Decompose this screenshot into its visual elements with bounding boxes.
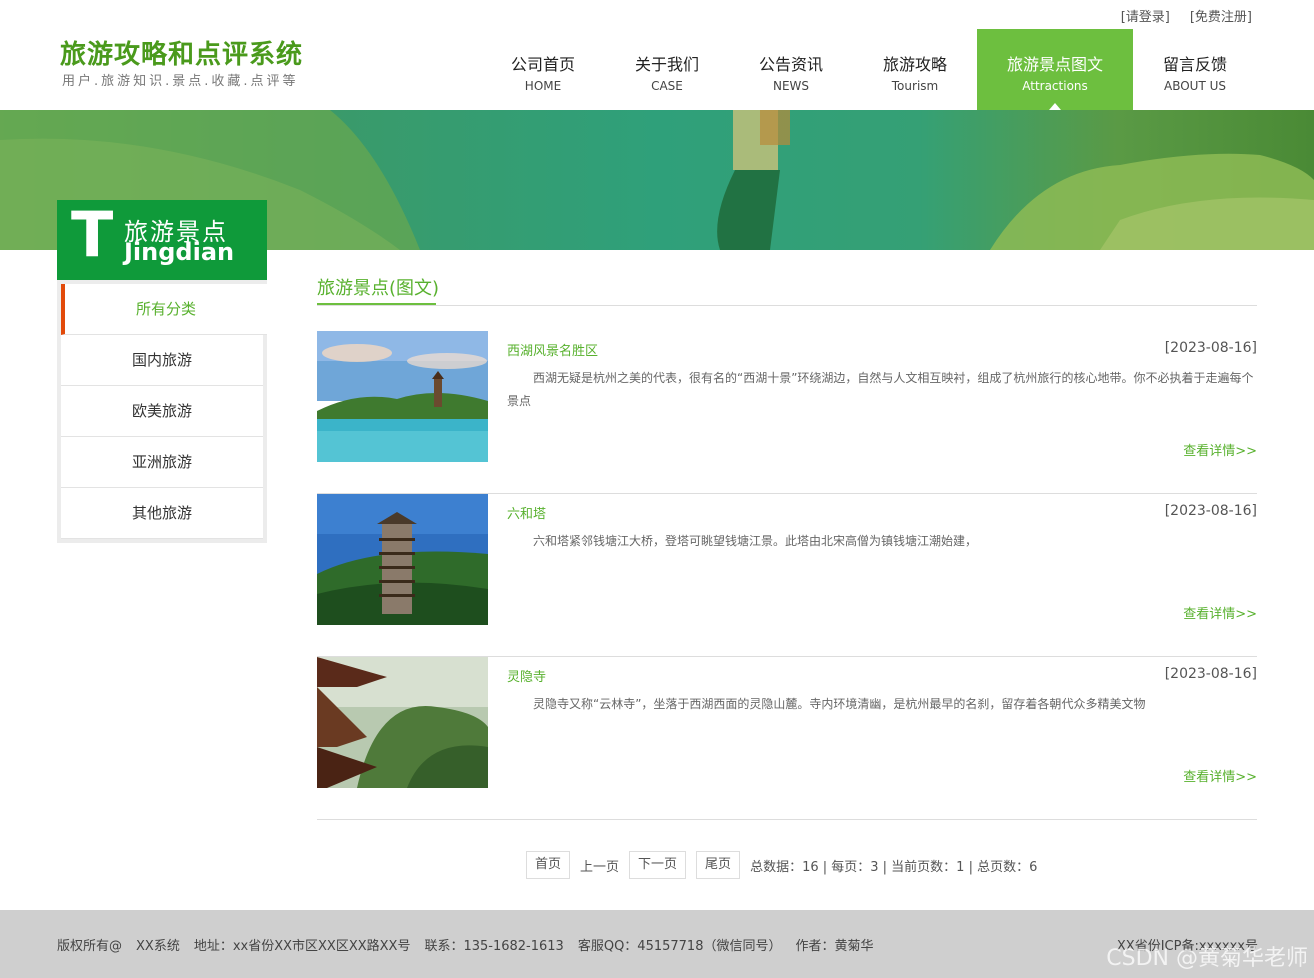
top-links: [请登录] [免费注册] bbox=[1121, 6, 1252, 25]
footer-address: 地址：xx省份XX市区XX区XX路XX号 bbox=[193, 939, 411, 954]
footer-qq: 客服QQ：45157718（微信同号） bbox=[577, 939, 782, 954]
login-link[interactable]: [请登录] bbox=[1121, 6, 1170, 25]
site-title[interactable]: 旅游攻略和点评系统 bbox=[60, 34, 303, 71]
section-divider bbox=[317, 305, 1257, 306]
attraction-date: [2023-08-16] bbox=[1164, 666, 1257, 682]
nav-label-en: HOME bbox=[524, 79, 562, 93]
footer-author: 作者：黄菊华 bbox=[795, 939, 874, 954]
attraction-thumbnail[interactable] bbox=[317, 657, 488, 788]
sidebar-item-asia[interactable]: 亚洲旅游 bbox=[61, 437, 263, 488]
attraction-name[interactable]: 西湖风景名胜区 bbox=[507, 340, 598, 359]
sidebar-item-domestic[interactable]: 国内旅游 bbox=[61, 335, 263, 386]
view-details-link[interactable]: 查看详情>> bbox=[1183, 440, 1257, 459]
nav-label-en: ABOUT US bbox=[1163, 79, 1226, 93]
footer-copyright: 版权所有@ bbox=[57, 939, 123, 954]
view-details-link[interactable]: 查看详情>> bbox=[1183, 603, 1257, 622]
pager-stats: 总数据：16 | 每页：3 | 当前页数：1 | 总页数：6 bbox=[750, 859, 1038, 875]
nav-label-cn: 公司首页 bbox=[510, 55, 575, 74]
nav-label-cn: 公告资讯 bbox=[758, 55, 823, 74]
nav-label-cn: 旅游攻略 bbox=[882, 55, 947, 74]
attraction-date: [2023-08-16] bbox=[1164, 340, 1257, 356]
section-title: 旅游景点(图文) bbox=[317, 278, 440, 299]
attraction-thumbnail[interactable] bbox=[317, 331, 488, 462]
sidebar-title-en: Jingdian bbox=[124, 238, 235, 266]
attraction-name[interactable]: 六和塔 bbox=[507, 503, 546, 522]
attraction-description: 灵隐寺又称“云林寺”，坐落于西湖西面的灵隐山麓。寺内环境清幽，是杭州最早的名刹，… bbox=[533, 697, 1146, 711]
nav-label-cn: 旅游景点图文 bbox=[1006, 55, 1103, 74]
footer-system: XX系统 bbox=[136, 939, 180, 954]
sidebar-letter: T bbox=[71, 198, 114, 271]
attraction-name[interactable]: 灵隐寺 bbox=[507, 666, 546, 685]
pager-first-button[interactable]: 首页 bbox=[526, 851, 571, 879]
nav-item-attractions[interactable]: 旅游景点图文 Attractions bbox=[977, 29, 1133, 110]
footer-phone: 联系：135-1682-1613 bbox=[424, 939, 564, 954]
register-link[interactable]: [免费注册] bbox=[1190, 6, 1252, 25]
footer-info: 版权所有@ XX系统 地址：xx省份XX市区XX区XX路XX号 联系：135-1… bbox=[57, 935, 874, 954]
nav-label-en: NEWS bbox=[772, 79, 810, 93]
sidebar-item-other[interactable]: 其他旅游 bbox=[61, 488, 263, 539]
list-item: 西湖风景名胜区 [2023-08-16] 西湖无疑是杭州之美的代表，很有名的“西… bbox=[317, 331, 1257, 494]
attraction-description: 西湖无疑是杭州之美的代表，很有名的“西湖十景”环绕湖边，自然与人文相互映衬，组成… bbox=[507, 371, 1254, 408]
sidebar-header: T 旅游景点 Jingdian bbox=[57, 200, 267, 280]
watermark-text: CSDN @黄菊华老师 bbox=[1106, 946, 1308, 971]
nav-label-en: CASE bbox=[651, 79, 683, 93]
list-item: 灵隐寺 [2023-08-16] 灵隐寺又称“云林寺”，坐落于西湖西面的灵隐山麓… bbox=[317, 657, 1257, 820]
view-details-link[interactable]: 查看详情>> bbox=[1183, 766, 1257, 785]
pager-last-button[interactable]: 尾页 bbox=[696, 851, 741, 879]
attraction-date: [2023-08-16] bbox=[1164, 503, 1257, 519]
nav-label-cn: 关于我们 bbox=[634, 55, 699, 74]
sidebar-categories: 所有分类 国内旅游 欧美旅游 亚洲旅游 其他旅游 bbox=[57, 280, 267, 543]
nav-item-home[interactable]: 公司首页 HOME bbox=[481, 29, 605, 110]
sidebar-item-europe-america[interactable]: 欧美旅游 bbox=[61, 386, 263, 437]
nav-label-en: Tourism bbox=[891, 79, 939, 93]
attraction-thumbnail[interactable] bbox=[317, 494, 488, 625]
nav-item-tourism[interactable]: 旅游攻略 Tourism bbox=[853, 29, 977, 110]
list-item: 六和塔 [2023-08-16] 六和塔紧邻钱塘江大桥，登塔可眺望钱塘江景。此塔… bbox=[317, 494, 1257, 657]
site-subtitle: 用户.旅游知识.景点.收藏.点评等 bbox=[62, 74, 299, 89]
footer: 版权所有@ XX系统 地址：xx省份XX市区XX区XX路XX号 联系：135-1… bbox=[0, 910, 1314, 978]
pagination: 首页 上一页 下一页 尾页 总数据：16 | 每页：3 | 当前页数：1 | 总… bbox=[526, 851, 1037, 879]
nav-item-about[interactable]: 关于我们 CASE bbox=[605, 29, 729, 110]
pager-prev-button[interactable]: 上一页 bbox=[580, 856, 619, 875]
main-nav: 公司首页 HOME 关于我们 CASE 公告资讯 NEWS 旅游攻略 Touri… bbox=[481, 29, 1257, 110]
nav-label-cn: 留言反馈 bbox=[1162, 55, 1227, 74]
page: [请登录] [免费注册] 旅游攻略和点评系统 用户.旅游知识.景点.收藏.点评等… bbox=[0, 0, 1314, 978]
attraction-description: 六和塔紧邻钱塘江大桥，登塔可眺望钱塘江景。此塔由北宋高僧为镇钱塘江潮始建， bbox=[533, 534, 978, 548]
sidebar-item-all[interactable]: 所有分类 bbox=[61, 284, 267, 335]
pager-next-button[interactable]: 下一页 bbox=[629, 851, 687, 879]
nav-item-feedback[interactable]: 留言反馈 ABOUT US bbox=[1133, 29, 1257, 110]
nav-item-news[interactable]: 公告资讯 NEWS bbox=[729, 29, 853, 110]
nav-label-en: Attractions bbox=[1022, 79, 1088, 93]
